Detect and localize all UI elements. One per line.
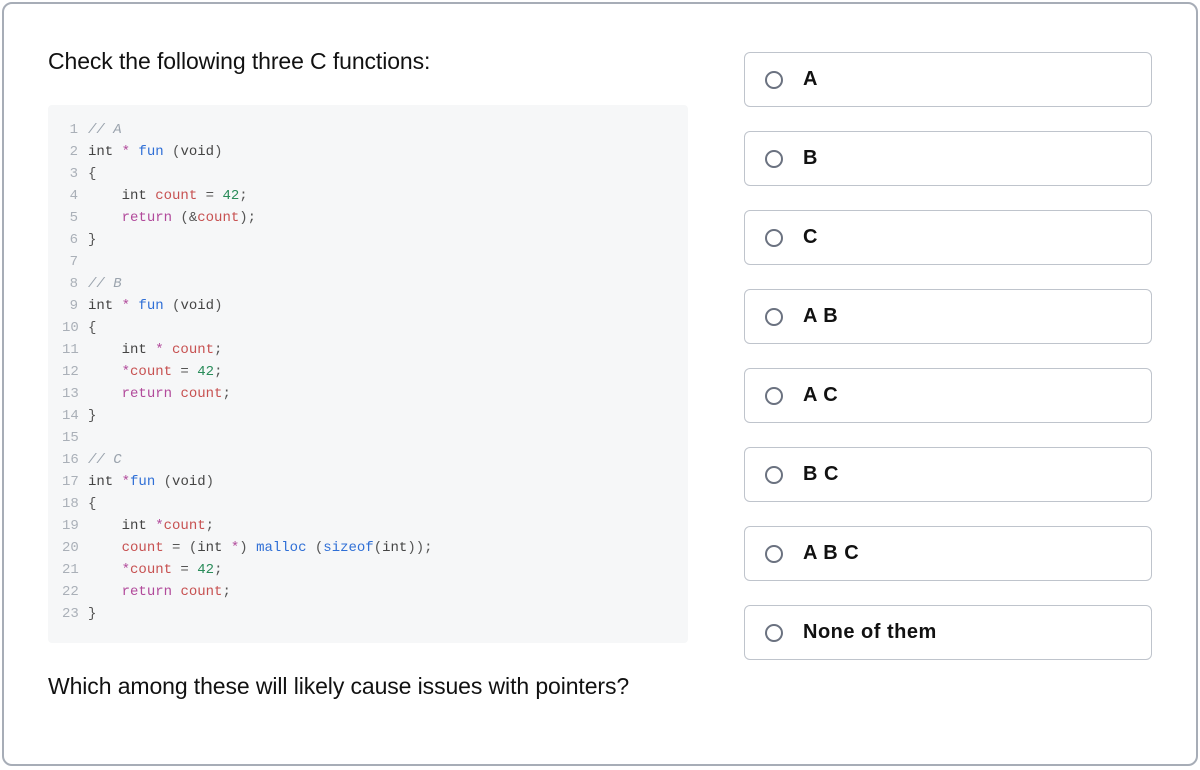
radio-icon [765, 545, 783, 563]
question-card: Check the following three C functions: 1… [2, 2, 1198, 766]
radio-icon [765, 387, 783, 405]
answer-option-b[interactable]: B [744, 131, 1152, 186]
answer-option-c[interactable]: C [744, 210, 1152, 265]
line-number: 23 [62, 603, 88, 625]
code-line: 2int * fun (void) [62, 141, 670, 163]
code-line: 3{ [62, 163, 670, 185]
question-prompt: Check the following three C functions: [48, 48, 688, 75]
code-content: *count = 42; [88, 559, 222, 581]
answer-options: A B C A B A C B C A B C None of them [744, 48, 1152, 720]
code-line: 4 int count = 42; [62, 185, 670, 207]
code-content: int * fun (void) [88, 295, 222, 317]
code-content: int count = 42; [88, 185, 248, 207]
line-number: 10 [62, 317, 88, 339]
line-number: 9 [62, 295, 88, 317]
line-number: 14 [62, 405, 88, 427]
code-content: int * fun (void) [88, 141, 222, 163]
code-line: 14} [62, 405, 670, 427]
code-content: { [88, 163, 96, 185]
code-line: 19 int *count; [62, 515, 670, 537]
answer-option-ab[interactable]: A B [744, 289, 1152, 344]
code-content: count = (int *) malloc (sizeof(int)); [88, 537, 433, 559]
code-line: 16// C [62, 449, 670, 471]
answer-option-none[interactable]: None of them [744, 605, 1152, 660]
line-number: 8 [62, 273, 88, 295]
code-line: 5 return (&count); [62, 207, 670, 229]
code-content: return (&count); [88, 207, 256, 229]
answer-option-label: B [803, 147, 818, 170]
code-line: 7 [62, 251, 670, 273]
line-number: 6 [62, 229, 88, 251]
line-number: 7 [62, 251, 88, 273]
code-line: 8// B [62, 273, 670, 295]
radio-icon [765, 229, 783, 247]
radio-icon [765, 71, 783, 89]
code-line: 20 count = (int *) malloc (sizeof(int)); [62, 537, 670, 559]
code-content: } [88, 603, 96, 625]
line-number: 19 [62, 515, 88, 537]
line-number: 3 [62, 163, 88, 185]
answer-option-label: None of them [803, 621, 937, 644]
code-content: int * count; [88, 339, 222, 361]
line-number: 1 [62, 119, 88, 141]
code-content: // B [88, 273, 122, 295]
line-number: 12 [62, 361, 88, 383]
code-content: int *count; [88, 515, 214, 537]
answer-option-label: C [803, 226, 818, 249]
radio-icon [765, 150, 783, 168]
line-number: 18 [62, 493, 88, 515]
question-text: Which among these will likely cause issu… [48, 673, 688, 700]
line-number: 4 [62, 185, 88, 207]
code-line: 17int *fun (void) [62, 471, 670, 493]
radio-icon [765, 466, 783, 484]
code-line: 15 [62, 427, 670, 449]
radio-icon [765, 624, 783, 642]
line-number: 20 [62, 537, 88, 559]
line-number: 21 [62, 559, 88, 581]
code-line: 6} [62, 229, 670, 251]
line-number: 11 [62, 339, 88, 361]
code-content: return count; [88, 581, 231, 603]
code-content: // A [88, 119, 122, 141]
line-number: 15 [62, 427, 88, 449]
code-line: 11 int * count; [62, 339, 670, 361]
code-content: } [88, 405, 96, 427]
answer-option-a[interactable]: A [744, 52, 1152, 107]
line-number: 16 [62, 449, 88, 471]
code-content: int *fun (void) [88, 471, 214, 493]
code-line: 12 *count = 42; [62, 361, 670, 383]
answer-option-label: A [803, 68, 818, 91]
answer-option-label: A B [803, 305, 838, 328]
code-line: 21 *count = 42; [62, 559, 670, 581]
code-line: 23} [62, 603, 670, 625]
code-line: 22 return count; [62, 581, 670, 603]
code-line: 10{ [62, 317, 670, 339]
line-number: 13 [62, 383, 88, 405]
answer-option-abc[interactable]: A B C [744, 526, 1152, 581]
code-content: // C [88, 449, 122, 471]
code-content: } [88, 229, 96, 251]
code-content: { [88, 317, 96, 339]
line-number: 17 [62, 471, 88, 493]
answer-option-ac[interactable]: A C [744, 368, 1152, 423]
code-line: 1// A [62, 119, 670, 141]
answer-option-label: B C [803, 463, 839, 486]
line-number: 22 [62, 581, 88, 603]
code-content: *count = 42; [88, 361, 222, 383]
code-line: 13 return count; [62, 383, 670, 405]
code-content: { [88, 493, 96, 515]
radio-icon [765, 308, 783, 326]
code-line: 18{ [62, 493, 670, 515]
answer-option-label: A C [803, 384, 838, 407]
line-number: 5 [62, 207, 88, 229]
answer-option-label: A B C [803, 542, 859, 565]
code-block: 1// A2int * fun (void)3{4 int count = 42… [48, 105, 688, 643]
line-number: 2 [62, 141, 88, 163]
answer-option-bc[interactable]: B C [744, 447, 1152, 502]
code-content: return count; [88, 383, 231, 405]
code-line: 9int * fun (void) [62, 295, 670, 317]
question-left-column: Check the following three C functions: 1… [48, 48, 688, 720]
